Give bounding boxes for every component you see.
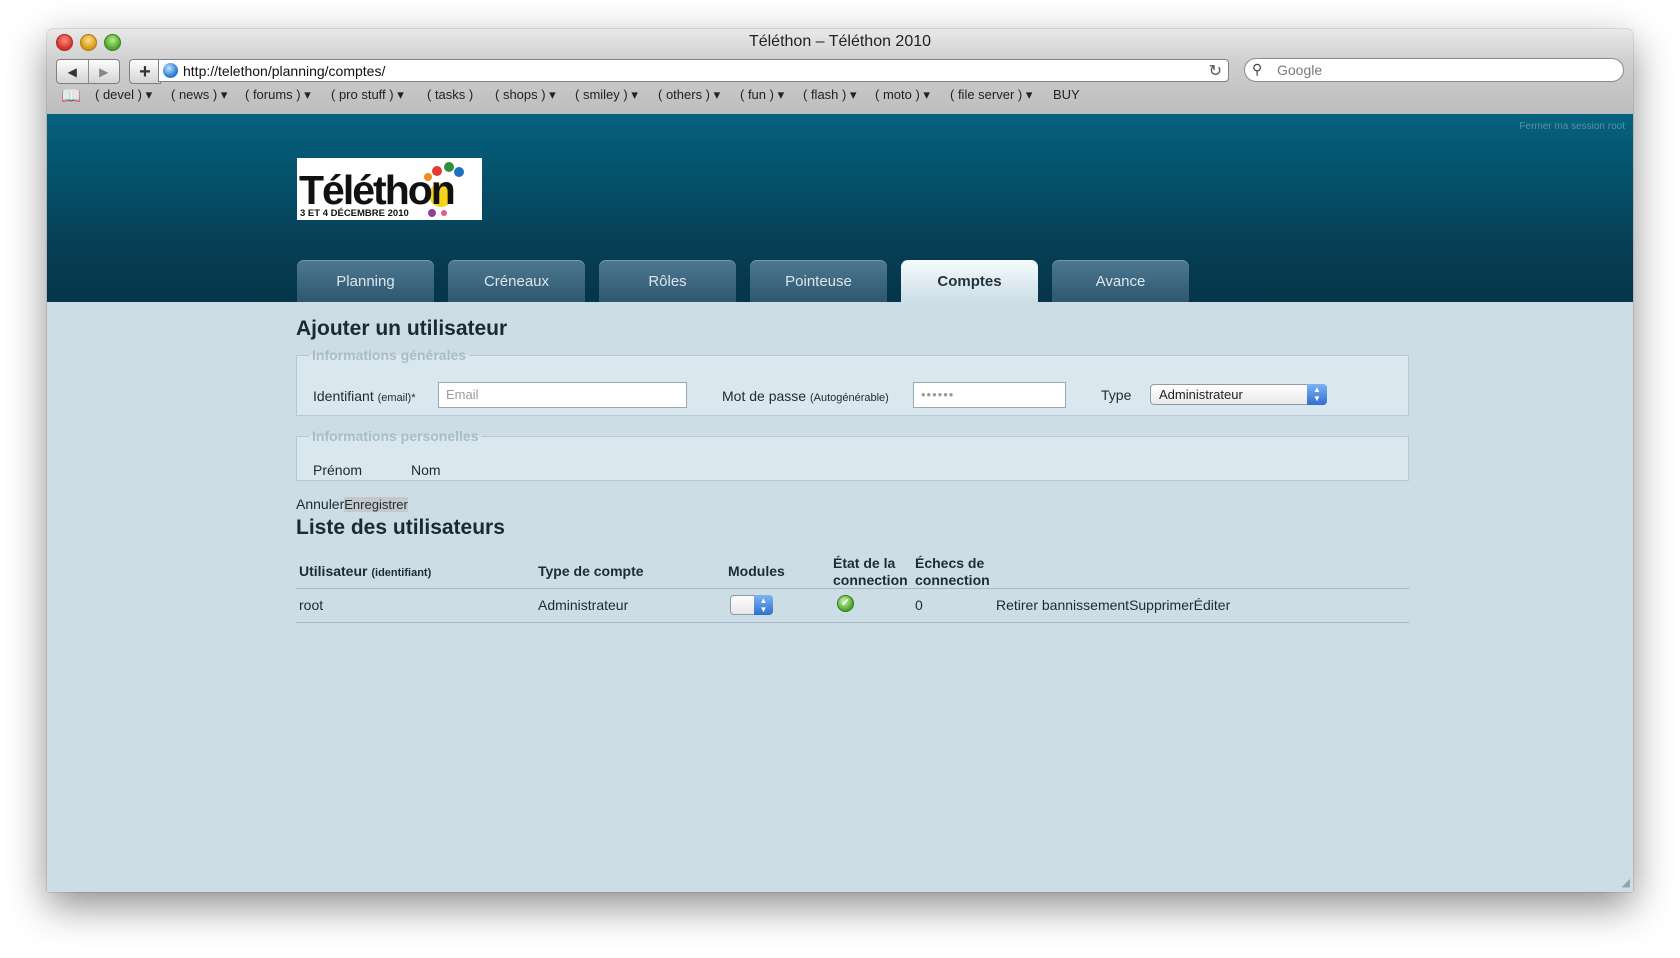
site-header: Fermer ma session root Téléthon 3 ET 4 D… (47, 114, 1633, 302)
unban-link[interactable]: Retirer bannissement (996, 597, 1129, 613)
general-info-legend: Informations générales (312, 347, 467, 363)
web-page: Fermer ma session root Téléthon 3 ET 4 D… (47, 114, 1633, 892)
add-user-title: Ajouter un utilisateur (296, 317, 508, 340)
password-field[interactable]: •••••• (913, 382, 1066, 408)
bookmark-flash[interactable]: ( flash ) ▾ (803, 87, 856, 103)
type-select-value: Administrateur (1159, 387, 1243, 402)
browser-window: Téléthon – Téléthon 2010 ◀ ▶ + http://te… (47, 29, 1633, 892)
select-arrows-icon: ▲ ▼ (1307, 384, 1327, 405)
forward-arrow-icon: ▶ (99, 64, 109, 79)
bookmark-tasks[interactable]: ( tasks ) (427, 87, 473, 102)
globe-icon (163, 63, 178, 78)
browser-chrome: Téléthon – Téléthon 2010 ◀ ▶ + http://te… (47, 29, 1633, 115)
bookmark-file-server[interactable]: ( file server ) ▾ (950, 87, 1032, 103)
col-connection-failures: Échecs de connection (915, 555, 990, 588)
address-bar[interactable]: http://telethon/planning/comptes/ ↻ (158, 59, 1229, 82)
personal-info-fieldset: Informations personelles Prénom Nom (296, 428, 1409, 481)
col-user: Utilisateur (identifiant) (299, 563, 432, 579)
password-label: Mot de passe (Autogénérable) (722, 388, 889, 404)
window-title: Téléthon – Téléthon 2010 (748, 33, 932, 50)
address-text: http://telethon/planning/comptes/ (183, 63, 386, 79)
history-buttons: ◀ ▶ (56, 59, 120, 84)
plus-icon: + (139, 60, 151, 83)
cancel-button[interactable]: Annuler (296, 496, 344, 512)
row-account-type: Administrateur (538, 597, 629, 613)
row-user: root (299, 597, 324, 613)
general-info-fieldset: Informations générales Identifiant (emai… (296, 347, 1409, 416)
tab-comptes[interactable]: Comptes (901, 260, 1038, 302)
type-label: Type (1101, 387, 1132, 403)
bookmark-moto[interactable]: ( moto ) ▾ (875, 87, 930, 103)
resize-grip-icon[interactable]: ◢ (1622, 876, 1630, 889)
tab-creneaux[interactable]: Créneaux (448, 260, 585, 302)
telethon-logo[interactable]: Téléthon 3 ET 4 DÉCEMBRE 2010 (297, 158, 482, 220)
delete-link[interactable]: Supprimer (1129, 597, 1194, 613)
bookmark-devel[interactable]: ( devel ) ▾ (95, 87, 152, 103)
bookmark-forums[interactable]: ( forums ) ▾ (245, 87, 311, 103)
personal-info-legend: Informations personelles (312, 428, 479, 444)
forward-button[interactable]: ▶ (87, 60, 120, 83)
connected-check-icon: ✓ (837, 595, 854, 612)
modules-select[interactable]: ▲ ▼ (730, 595, 773, 615)
row-failures: 0 (915, 597, 923, 613)
select-arrows-icon: ▲ ▼ (754, 595, 773, 615)
email-field[interactable]: Email (438, 382, 687, 408)
tab-avance[interactable]: Avance (1052, 260, 1189, 302)
bookmark-fun[interactable]: ( fun ) ▾ (740, 87, 784, 103)
row-actions: Retirer bannissementSupprimerÉditer (996, 597, 1230, 613)
form-actions: AnnulerEnregistrer (296, 496, 408, 512)
lastname-label: Nom (411, 462, 441, 478)
add-bookmark-button[interactable]: + (129, 59, 161, 84)
identifier-label: Identifiant (email)* (313, 388, 416, 404)
search-field[interactable]: ⚲ Google (1244, 58, 1624, 82)
tab-pointeuse[interactable]: Pointeuse (750, 260, 887, 302)
save-button[interactable]: Enregistrer (344, 497, 408, 512)
active-tab-pointer (756, 302, 774, 311)
logo-date: 3 ET 4 DÉCEMBRE 2010 (300, 208, 409, 219)
user-list-title: Liste des utilisateurs (296, 516, 505, 539)
user-table-header: Utilisateur (identifiant) Type de compte… (296, 550, 1409, 589)
bookmarks-book-icon[interactable]: 📖 (61, 86, 81, 106)
bookmarks-bar: 📖 ( devel ) ▾ ( news ) ▾ ( forums ) ▾ ( … (47, 85, 1633, 107)
edit-link[interactable]: Éditer (1194, 597, 1231, 613)
search-placeholder: Google (1277, 62, 1323, 78)
reload-icon[interactable]: ↻ (1209, 61, 1222, 81)
back-arrow-icon: ◀ (67, 64, 77, 79)
bookmark-shops[interactable]: ( shops ) ▾ (495, 87, 556, 103)
tab-roles[interactable]: Rôles (599, 260, 736, 302)
bookmark-news[interactable]: ( news ) ▾ (171, 87, 227, 103)
bookmark-smiley[interactable]: ( smiley ) ▾ (575, 87, 638, 103)
logout-link[interactable]: Fermer ma session root (1519, 121, 1625, 132)
magnifier-icon: ⚲ (1252, 61, 1263, 77)
col-modules: Modules (728, 563, 785, 579)
bookmark-others[interactable]: ( others ) ▾ (658, 87, 720, 103)
logo-wordmark: Téléthon (299, 167, 454, 213)
tab-planning[interactable]: Planning (297, 260, 434, 302)
type-select[interactable]: Administrateur ▲ ▼ (1150, 384, 1327, 405)
table-row: root Administrateur ▲ ▼ ✓ 0 Retirer banni… (296, 589, 1409, 623)
col-account-type: Type de compte (538, 563, 644, 579)
bookmark-pro-stuff[interactable]: ( pro stuff ) ▾ (331, 87, 404, 103)
col-connection-state: État de la connection (833, 555, 908, 588)
firstname-label: Prénom (313, 462, 363, 478)
bookmark-buy[interactable]: BUY (1053, 87, 1080, 102)
back-button[interactable]: ◀ (57, 60, 88, 83)
